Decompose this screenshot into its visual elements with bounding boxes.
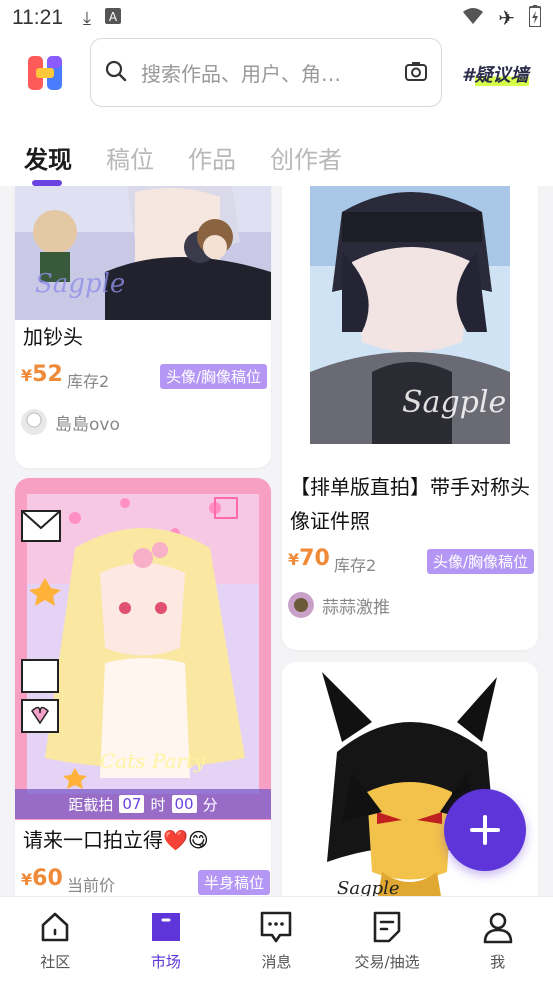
card-price: ¥52 xyxy=(21,362,63,387)
nav-me[interactable]: 我 xyxy=(442,897,553,983)
feed: Sagple 加钞头 ¥52 库存2 头像/胸像稿位 島島ovo Sagple … xyxy=(0,186,553,896)
auction-countdown: 距截拍 07 时 00 分 xyxy=(15,789,271,819)
tab-slots[interactable]: 稿位 xyxy=(106,126,154,186)
product-card[interactable]: Sagple 【排单版直拍】带手对称头像证件照 ¥70 库存2 头像/胸像稿位 … xyxy=(282,186,538,650)
price-value: 70 xyxy=(299,546,330,571)
card-price: ¥70 xyxy=(288,546,330,571)
download-icon: ⤓ xyxy=(83,7,91,29)
nav-label: 交易/抽选 xyxy=(354,953,420,971)
price-value: 52 xyxy=(32,362,63,387)
camera-icon[interactable] xyxy=(405,61,427,85)
tab-creators[interactable]: 创作者 xyxy=(270,126,342,186)
countdown-prefix: 距截拍 xyxy=(68,795,114,814)
currency-symbol: ¥ xyxy=(288,550,300,569)
home-icon xyxy=(41,912,69,942)
price-value: 60 xyxy=(32,866,63,891)
brand-tag[interactable]: #疑议墙 xyxy=(462,61,529,87)
message-icon xyxy=(261,911,292,943)
author-name: 島島ovo xyxy=(55,414,120,435)
category-badge: 头像/胸像稿位 xyxy=(427,549,535,574)
status-time: 11:21 xyxy=(12,6,63,29)
market-bag-icon xyxy=(151,913,180,941)
font-app-icon: A xyxy=(104,7,121,29)
nav-label: 社区 xyxy=(40,953,71,971)
product-thumbnail: Sagple xyxy=(15,186,271,320)
nav-label: 市场 xyxy=(150,953,181,971)
card-title: 请来一口拍立得❤️😋 xyxy=(23,828,209,852)
brand-name: 疑议墙 xyxy=(474,65,529,86)
countdown-hours: 07 xyxy=(119,795,145,813)
svg-text:A: A xyxy=(109,10,118,24)
category-badge: 半身稿位 xyxy=(198,870,271,895)
product-card[interactable]: Sagple 加钞头 ¥52 库存2 头像/胸像稿位 島島ovo xyxy=(15,186,271,468)
nav-messages[interactable]: 消息 xyxy=(221,897,332,983)
countdown-minutes: 00 xyxy=(171,795,197,813)
watermark-text: Cats Party xyxy=(100,749,206,773)
plus-icon xyxy=(470,815,500,845)
nav-trade[interactable]: 交易/抽选 xyxy=(332,897,443,983)
currency-symbol: ¥ xyxy=(21,366,33,385)
brand-hash: # xyxy=(462,65,475,86)
wifi-icon xyxy=(462,6,484,30)
product-thumbnail: Cats Party xyxy=(15,478,271,820)
card-stock: 库存2 xyxy=(334,556,377,575)
search-input[interactable]: 搜索作品、用户、角… xyxy=(90,38,442,107)
avatar xyxy=(288,592,314,618)
app-logo[interactable] xyxy=(28,56,62,90)
card-stock: 库存2 xyxy=(67,372,110,391)
tab-discover[interactable]: 发现 xyxy=(24,126,72,186)
card-price: ¥60 xyxy=(21,866,63,891)
tab-works[interactable]: 作品 xyxy=(188,126,236,186)
card-title: 加钞头 xyxy=(23,325,83,349)
search-placeholder: 搜索作品、用户、角… xyxy=(141,62,341,86)
countdown-hour-unit: 时 xyxy=(150,795,166,814)
status-bar: 11:21 ⤓ A ✈ xyxy=(0,0,553,36)
bottom-nav: 社区 市场 消息 交易/抽选 我 xyxy=(0,896,553,983)
nav-market[interactable]: 市场 xyxy=(111,897,222,983)
card-author[interactable]: 島島ovo xyxy=(21,409,120,435)
document-icon xyxy=(373,911,401,943)
create-fab-button[interactable] xyxy=(444,789,526,871)
user-icon xyxy=(483,912,512,944)
card-price-label: 当前价 xyxy=(67,876,116,895)
airplane-icon: ✈ xyxy=(498,6,515,30)
nav-community[interactable]: 社区 xyxy=(0,897,111,983)
card-title: 【排单版直拍】带手对称头像证件照 xyxy=(290,475,530,533)
category-badge: 头像/胸像稿位 xyxy=(160,364,268,389)
currency-symbol: ¥ xyxy=(21,870,33,889)
countdown-minute-unit: 分 xyxy=(202,795,218,814)
nav-label: 消息 xyxy=(261,953,292,971)
header: 搜索作品、用户、角… #疑议墙 xyxy=(0,36,553,126)
avatar xyxy=(21,409,47,435)
search-icon xyxy=(105,60,127,86)
product-card[interactable]: Cats Party 距截拍 07 时 00 分 请来一口拍立得❤️😋 ¥60 … xyxy=(15,478,271,896)
watermark-text: Sagple xyxy=(337,878,400,896)
author-name: 蒜蒜激推 xyxy=(322,597,390,618)
svg-text:Sagple: Sagple xyxy=(35,269,125,299)
svg-text:Sagple: Sagple xyxy=(402,385,506,420)
card-author[interactable]: 蒜蒜激推 xyxy=(288,592,390,618)
tab-bar: 发现 稿位 作品 创作者 xyxy=(0,126,553,186)
nav-label: 我 xyxy=(490,953,506,971)
product-thumbnail: Sagple xyxy=(282,186,538,444)
battery-icon xyxy=(528,4,542,32)
